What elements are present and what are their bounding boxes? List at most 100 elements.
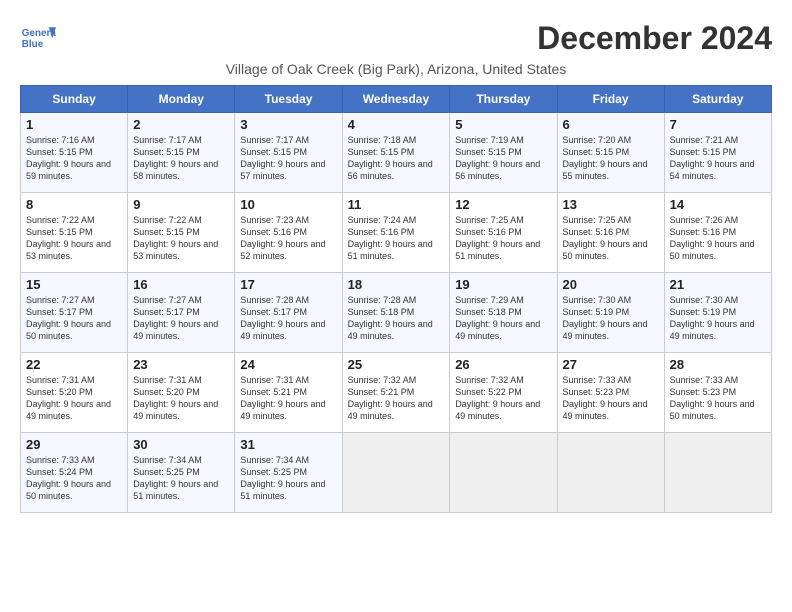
calendar-cell: 4 Sunrise: 7:18 AMSunset: 5:15 PMDaylight… <box>342 113 450 193</box>
day-info: Sunrise: 7:31 AMSunset: 5:20 PMDaylight:… <box>133 374 229 423</box>
location-title: Village of Oak Creek (Big Park), Arizona… <box>20 61 772 77</box>
calendar-cell: 26 Sunrise: 7:32 AMSunset: 5:22 PMDayligh… <box>450 353 557 433</box>
calendar-cell: 28Sunrise: 7:33 AMSunset: 5:23 PMDayligh… <box>664 353 771 433</box>
day-info: Sunrise: 7:28 AMSunset: 5:18 PMDaylight:… <box>348 294 445 343</box>
calendar-table: SundayMondayTuesdayWednesdayThursdayFrid… <box>20 85 772 513</box>
calendar-cell: 13 Sunrise: 7:25 AMSunset: 5:16 PMDayligh… <box>557 193 664 273</box>
calendar-cell: 31 Sunrise: 7:34 AMSunset: 5:25 PMDayligh… <box>235 433 342 513</box>
day-number: 26 <box>455 357 551 372</box>
month-title: December 2024 <box>537 20 772 57</box>
calendar-cell: 8Sunrise: 7:22 AMSunset: 5:15 PMDaylight… <box>21 193 128 273</box>
day-info: Sunrise: 7:17 AMSunset: 5:15 PMDaylight:… <box>240 134 336 183</box>
calendar-cell: 23 Sunrise: 7:31 AMSunset: 5:20 PMDayligh… <box>128 353 235 433</box>
day-number: 31 <box>240 437 336 452</box>
day-info: Sunrise: 7:17 AMSunset: 5:15 PMDaylight:… <box>133 134 229 183</box>
calendar-week-row: 15Sunrise: 7:27 AMSunset: 5:17 PMDayligh… <box>21 273 772 353</box>
calendar-cell: 1Sunrise: 7:16 AMSunset: 5:15 PMDaylight… <box>21 113 128 193</box>
day-number: 2 <box>133 117 229 132</box>
day-header-sunday: Sunday <box>21 86 128 113</box>
calendar-cell: 2 Sunrise: 7:17 AMSunset: 5:15 PMDaylight… <box>128 113 235 193</box>
day-info: Sunrise: 7:30 AMSunset: 5:19 PMDaylight:… <box>563 294 659 343</box>
day-number: 27 <box>563 357 659 372</box>
day-number: 13 <box>563 197 659 212</box>
calendar-cell: 29 Sunrise: 7:33 AMSunset: 5:24 PMDayligh… <box>21 433 128 513</box>
day-info: Sunrise: 7:19 AMSunset: 5:15 PMDaylight:… <box>455 134 551 183</box>
calendar-cell: 11Sunrise: 7:24 AMSunset: 5:16 PMDayligh… <box>342 193 450 273</box>
calendar-cell: 3 Sunrise: 7:17 AMSunset: 5:15 PMDaylight… <box>235 113 342 193</box>
day-number: 12 <box>455 197 551 212</box>
calendar-header-row: SundayMondayTuesdayWednesdayThursdayFrid… <box>21 86 772 113</box>
day-info: Sunrise: 7:32 AMSunset: 5:22 PMDaylight:… <box>455 374 551 423</box>
day-info: Sunrise: 7:23 AMSunset: 5:16 PMDaylight:… <box>240 214 336 263</box>
day-number: 28 <box>670 357 766 372</box>
day-number: 6 <box>563 117 659 132</box>
calendar-cell: 6 Sunrise: 7:20 AMSunset: 5:15 PMDaylight… <box>557 113 664 193</box>
day-number: 29 <box>26 437 122 452</box>
day-info: Sunrise: 7:21 AMSunset: 5:15 PMDaylight:… <box>670 134 766 183</box>
day-header-tuesday: Tuesday <box>235 86 342 113</box>
calendar-cell <box>557 433 664 513</box>
calendar-week-row: 22Sunrise: 7:31 AMSunset: 5:20 PMDayligh… <box>21 353 772 433</box>
day-info: Sunrise: 7:34 AMSunset: 5:25 PMDaylight:… <box>133 454 229 503</box>
day-info: Sunrise: 7:16 AMSunset: 5:15 PMDaylight:… <box>26 134 122 183</box>
day-number: 18 <box>348 277 445 292</box>
calendar-body: 1Sunrise: 7:16 AMSunset: 5:15 PMDaylight… <box>21 113 772 513</box>
day-number: 14 <box>670 197 766 212</box>
day-info: Sunrise: 7:27 AMSunset: 5:17 PMDaylight:… <box>133 294 229 343</box>
calendar-cell: 10 Sunrise: 7:23 AMSunset: 5:16 PMDayligh… <box>235 193 342 273</box>
day-number: 24 <box>240 357 336 372</box>
day-info: Sunrise: 7:30 AMSunset: 5:19 PMDaylight:… <box>670 294 766 343</box>
day-number: 4 <box>348 117 445 132</box>
day-info: Sunrise: 7:31 AMSunset: 5:20 PMDaylight:… <box>26 374 122 423</box>
day-number: 10 <box>240 197 336 212</box>
day-info: Sunrise: 7:22 AMSunset: 5:15 PMDaylight:… <box>26 214 122 263</box>
day-info: Sunrise: 7:25 AMSunset: 5:16 PMDaylight:… <box>563 214 659 263</box>
calendar-week-row: 29 Sunrise: 7:33 AMSunset: 5:24 PMDayligh… <box>21 433 772 513</box>
day-number: 3 <box>240 117 336 132</box>
calendar-cell: 24Sunrise: 7:31 AMSunset: 5:21 PMDayligh… <box>235 353 342 433</box>
page-container: General Blue December 2024 Village of Oa… <box>20 20 772 513</box>
day-info: Sunrise: 7:22 AMSunset: 5:15 PMDaylight:… <box>133 214 229 263</box>
day-header-friday: Friday <box>557 86 664 113</box>
calendar-week-row: 8Sunrise: 7:22 AMSunset: 5:15 PMDaylight… <box>21 193 772 273</box>
day-info: Sunrise: 7:32 AMSunset: 5:21 PMDaylight:… <box>348 374 445 423</box>
day-info: Sunrise: 7:18 AMSunset: 5:15 PMDaylight:… <box>348 134 445 183</box>
day-number: 30 <box>133 437 229 452</box>
day-info: Sunrise: 7:26 AMSunset: 5:16 PMDaylight:… <box>670 214 766 263</box>
day-info: Sunrise: 7:20 AMSunset: 5:15 PMDaylight:… <box>563 134 659 183</box>
logo-icon: General Blue <box>20 20 56 56</box>
calendar-cell: 14 Sunrise: 7:26 AMSunset: 5:16 PMDayligh… <box>664 193 771 273</box>
calendar-cell <box>450 433 557 513</box>
day-number: 25 <box>348 357 445 372</box>
calendar-cell: 16Sunrise: 7:27 AMSunset: 5:17 PMDayligh… <box>128 273 235 353</box>
calendar-cell: 5Sunrise: 7:19 AMSunset: 5:15 PMDaylight… <box>450 113 557 193</box>
day-number: 9 <box>133 197 229 212</box>
day-header-monday: Monday <box>128 86 235 113</box>
calendar-cell: 15Sunrise: 7:27 AMSunset: 5:17 PMDayligh… <box>21 273 128 353</box>
calendar-cell: 30 Sunrise: 7:34 AMSunset: 5:25 PMDayligh… <box>128 433 235 513</box>
header: General Blue December 2024 <box>20 20 772 57</box>
day-header-saturday: Saturday <box>664 86 771 113</box>
calendar-cell: 7Sunrise: 7:21 AMSunset: 5:15 PMDaylight… <box>664 113 771 193</box>
calendar-cell: 9 Sunrise: 7:22 AMSunset: 5:15 PMDaylight… <box>128 193 235 273</box>
calendar-cell: 12 Sunrise: 7:25 AMSunset: 5:16 PMDayligh… <box>450 193 557 273</box>
calendar-cell: 25 Sunrise: 7:32 AMSunset: 5:21 PMDayligh… <box>342 353 450 433</box>
calendar-cell: 22Sunrise: 7:31 AMSunset: 5:20 PMDayligh… <box>21 353 128 433</box>
calendar-cell <box>342 433 450 513</box>
day-number: 23 <box>133 357 229 372</box>
day-number: 20 <box>563 277 659 292</box>
svg-text:Blue: Blue <box>22 39 44 50</box>
day-info: Sunrise: 7:34 AMSunset: 5:25 PMDaylight:… <box>240 454 336 503</box>
day-header-wednesday: Wednesday <box>342 86 450 113</box>
day-info: Sunrise: 7:33 AMSunset: 5:23 PMDaylight:… <box>563 374 659 423</box>
calendar-cell <box>664 433 771 513</box>
day-number: 17 <box>240 277 336 292</box>
calendar-cell: 27 Sunrise: 7:33 AMSunset: 5:23 PMDayligh… <box>557 353 664 433</box>
day-info: Sunrise: 7:27 AMSunset: 5:17 PMDaylight:… <box>26 294 122 343</box>
day-info: Sunrise: 7:33 AMSunset: 5:24 PMDaylight:… <box>26 454 122 503</box>
day-number: 21 <box>670 277 766 292</box>
calendar-cell: 20 Sunrise: 7:30 AMSunset: 5:19 PMDayligh… <box>557 273 664 353</box>
calendar-week-row: 1Sunrise: 7:16 AMSunset: 5:15 PMDaylight… <box>21 113 772 193</box>
day-info: Sunrise: 7:25 AMSunset: 5:16 PMDaylight:… <box>455 214 551 263</box>
day-number: 19 <box>455 277 551 292</box>
